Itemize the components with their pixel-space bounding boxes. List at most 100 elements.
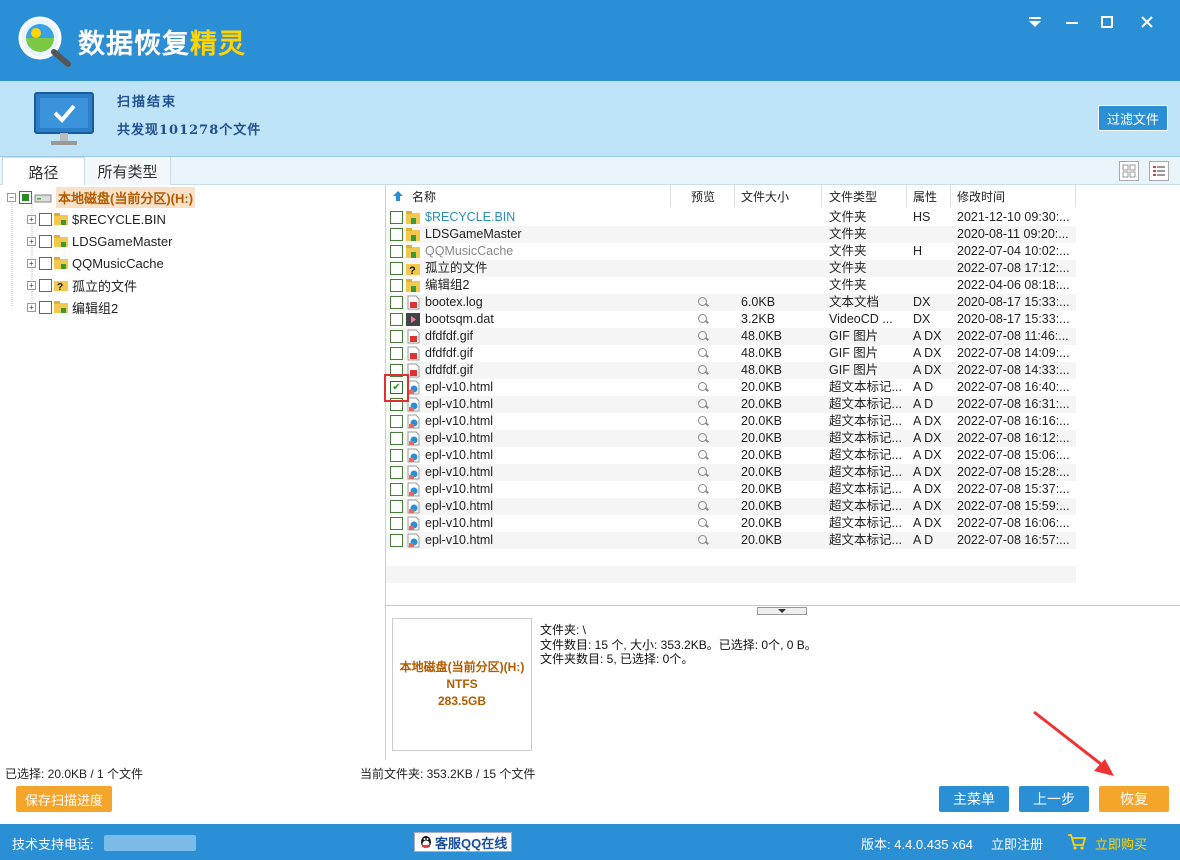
column-header-attr[interactable]: 属性 bbox=[907, 185, 951, 207]
tree-item-checkbox[interactable] bbox=[39, 256, 52, 270]
tab-all-types[interactable]: 所有类型 bbox=[85, 157, 171, 185]
file-row[interactable]: epl-v10.html 20.0KB 超文本标记... A D 2022-07-08 … bbox=[386, 532, 1076, 549]
close-icon[interactable] bbox=[1135, 10, 1159, 34]
file-row[interactable]: dfdfdf.gif 48.0KB GIF 图片 A DX 2022-07-08 14:… bbox=[386, 362, 1076, 379]
tree-item[interactable]: +? 孤立的文件 bbox=[27, 275, 137, 295]
file-row[interactable]: epl-v10.html 20.0KB 超文本标记... A DX 2022-07-08… bbox=[386, 447, 1076, 464]
file-name: bootex.log bbox=[425, 295, 483, 309]
file-checkbox[interactable] bbox=[390, 432, 403, 445]
file-row[interactable]: 编辑组2 文件夹 2022-04-06 08:18:... bbox=[386, 277, 1076, 294]
file-checkbox[interactable] bbox=[390, 415, 403, 428]
preview-magnifier-icon[interactable] bbox=[698, 433, 707, 442]
file-row[interactable]: epl-v10.html 20.0KB 超文本标记... A DX 2022-07-08… bbox=[386, 515, 1076, 532]
preview-magnifier-icon[interactable] bbox=[698, 297, 707, 306]
preview-magnifier-icon[interactable] bbox=[698, 416, 707, 425]
file-row[interactable]: epl-v10.html 20.0KB 超文本标记... A DX 2022-07-08… bbox=[386, 413, 1076, 430]
minimize-icon[interactable] bbox=[1060, 10, 1084, 34]
preview-magnifier-icon[interactable] bbox=[698, 331, 707, 340]
buy-now-link[interactable]: 立即购买 bbox=[1095, 834, 1147, 853]
tree-item[interactable]: + QQMusicCache bbox=[27, 253, 164, 273]
file-row[interactable]: dfdfdf.gif 48.0KB GIF 图片 A DX 2022-07-08 14:… bbox=[386, 345, 1076, 362]
column-header-mtime[interactable]: 修改时间 bbox=[951, 185, 1076, 207]
file-checkbox[interactable] bbox=[390, 330, 403, 343]
tree-root[interactable]: − 本地磁盘(当前分区)(H:) bbox=[7, 186, 196, 208]
file-row[interactable]: epl-v10.html 20.0KB 超文本标记... A DX 2022-07-08… bbox=[386, 498, 1076, 515]
menu-icon[interactable] bbox=[1023, 10, 1047, 34]
red-arrow-annotation bbox=[1033, 710, 1114, 776]
folder-file-icon bbox=[406, 278, 420, 293]
filter-files-button[interactable]: 过滤文件 bbox=[1097, 105, 1168, 131]
file-checkbox[interactable] bbox=[390, 313, 403, 326]
file-checkbox[interactable] bbox=[390, 500, 403, 513]
file-checkbox[interactable] bbox=[390, 449, 403, 462]
tree-item[interactable]: + LDSGameMaster bbox=[27, 231, 172, 251]
register-link[interactable]: 立即注册 bbox=[991, 834, 1043, 853]
preview-magnifier-icon[interactable] bbox=[698, 484, 707, 493]
file-row[interactable]: QQMusicCache 文件夹 H 2022-07-04 10:02:... bbox=[386, 243, 1076, 260]
preview-magnifier-icon[interactable] bbox=[698, 535, 707, 544]
preview-magnifier-icon[interactable] bbox=[698, 501, 707, 510]
file-name: epl-v10.html bbox=[425, 499, 494, 513]
file-row[interactable]: epl-v10.html 20.0KB 超文本标记... A D 2022-07-08 … bbox=[386, 396, 1076, 413]
file-row[interactable]: epl-v10.html 20.0KB 超文本标记... A DX 2022-07-08… bbox=[386, 464, 1076, 481]
expand-icon[interactable]: + bbox=[27, 236, 36, 246]
file-checkbox[interactable] bbox=[390, 279, 403, 292]
tree-item[interactable]: + 编辑组2 bbox=[27, 297, 118, 317]
preview-magnifier-icon[interactable] bbox=[698, 365, 707, 374]
main-menu-button[interactable]: 主菜单 bbox=[939, 786, 1009, 812]
file-checkbox[interactable] bbox=[390, 517, 403, 530]
tree-item[interactable]: + $RECYCLE.BIN bbox=[27, 209, 166, 229]
column-header-size[interactable]: 文件大小 bbox=[735, 185, 822, 207]
previous-step-button[interactable]: 上一步 bbox=[1019, 786, 1089, 812]
sort-up-icon[interactable] bbox=[392, 190, 404, 202]
file-row[interactable]: bootsqm.dat 3.2KB VideoCD ... DX 2020-08-17 … bbox=[386, 311, 1076, 328]
tree-item-checkbox[interactable] bbox=[39, 278, 52, 292]
column-header-preview[interactable]: 预览 bbox=[685, 185, 735, 207]
file-checkbox[interactable] bbox=[390, 347, 403, 360]
expand-icon[interactable]: + bbox=[27, 214, 36, 224]
expand-icon[interactable]: + bbox=[27, 302, 36, 312]
pane-splitter-handle[interactable] bbox=[757, 607, 807, 615]
file-checkbox[interactable] bbox=[390, 296, 403, 309]
tree-item-checkbox[interactable] bbox=[39, 234, 52, 248]
preview-magnifier-icon[interactable] bbox=[698, 348, 707, 357]
file-row[interactable]: bootex.log 6.0KB 文本文档 DX 2020-08-17 15:33:..… bbox=[386, 294, 1076, 311]
file-checkbox[interactable] bbox=[390, 262, 403, 275]
file-row[interactable]: epl-v10.html 20.0KB 超文本标记... A DX 2022-07-08… bbox=[386, 430, 1076, 447]
tab-path[interactable]: 路径 bbox=[2, 157, 85, 186]
preview-magnifier-icon[interactable] bbox=[698, 467, 707, 476]
tree-root-checkbox[interactable] bbox=[19, 190, 32, 204]
maximize-icon[interactable] bbox=[1095, 10, 1119, 34]
file-row[interactable]: epl-v10.html 20.0KB 超文本标记... A D 2022-07-08 … bbox=[386, 379, 1076, 396]
qq-support-button[interactable]: 客服QQ在线 bbox=[414, 832, 513, 852]
file-checkbox[interactable] bbox=[390, 228, 403, 241]
tree-item-checkbox[interactable] bbox=[39, 300, 52, 314]
file-type: GIF 图片 bbox=[829, 346, 879, 360]
file-checkbox[interactable] bbox=[390, 534, 403, 547]
file-row[interactable]: dfdfdf.gif 48.0KB GIF 图片 A DX 2022-07-08 11:… bbox=[386, 328, 1076, 345]
collapse-icon[interactable]: − bbox=[7, 192, 16, 202]
cart-icon[interactable] bbox=[1067, 833, 1087, 851]
preview-magnifier-icon[interactable] bbox=[698, 518, 707, 527]
expand-icon[interactable]: + bbox=[27, 258, 36, 268]
column-header-type[interactable]: 文件类型 bbox=[823, 185, 907, 207]
grid-view-icon[interactable] bbox=[1119, 161, 1139, 181]
save-scan-progress-button[interactable]: 保存扫描进度 bbox=[16, 786, 112, 812]
file-row[interactable]: $RECYCLE.BIN 文件夹 HS 2021-12-10 09:30:... bbox=[386, 209, 1076, 226]
preview-magnifier-icon[interactable] bbox=[698, 382, 707, 391]
preview-magnifier-icon[interactable] bbox=[698, 450, 707, 459]
preview-magnifier-icon[interactable] bbox=[698, 314, 707, 323]
file-row[interactable]: ? 孤立的文件 文件夹 2022-07-08 17:12:... bbox=[386, 260, 1076, 277]
file-checkbox[interactable] bbox=[390, 483, 403, 496]
column-header-name[interactable]: 名称 bbox=[386, 185, 671, 207]
expand-icon[interactable]: + bbox=[27, 280, 36, 290]
tree-item-checkbox[interactable] bbox=[39, 212, 52, 226]
file-checkbox[interactable] bbox=[390, 211, 403, 224]
file-row[interactable]: epl-v10.html 20.0KB 超文本标记... A DX 2022-07-08… bbox=[386, 481, 1076, 498]
recover-button[interactable]: 恢复 bbox=[1099, 786, 1169, 812]
file-checkbox[interactable] bbox=[390, 245, 403, 258]
preview-magnifier-icon[interactable] bbox=[698, 399, 707, 408]
list-view-icon[interactable] bbox=[1149, 161, 1169, 181]
file-row[interactable]: LDSGameMaster 文件夹 2020-08-11 09:20:... bbox=[386, 226, 1076, 243]
file-checkbox[interactable] bbox=[390, 466, 403, 479]
